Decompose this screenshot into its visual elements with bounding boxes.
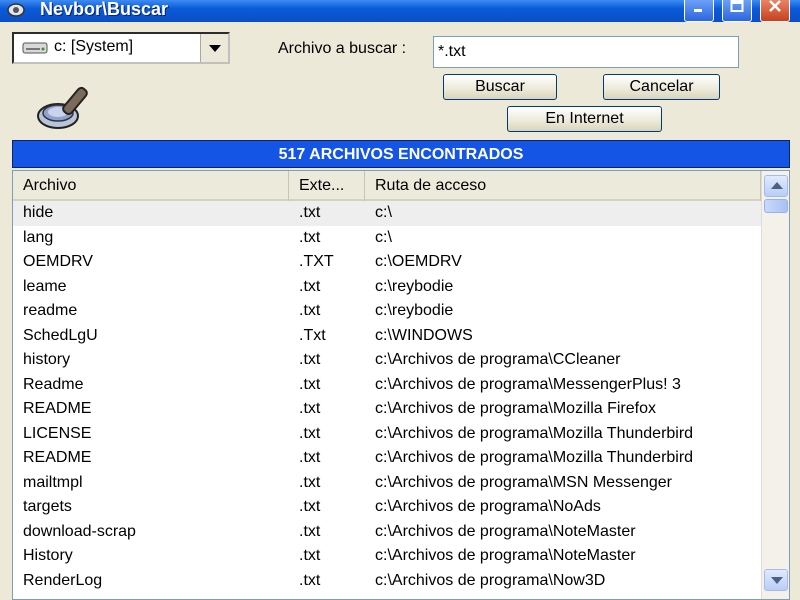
file-path: c:\ (375, 228, 392, 246)
table-row[interactable]: targets .txt c:\Archivos de programa\NoAds (13, 495, 761, 520)
file-path: c:\Archivos de programa\Mozilla Firefox (375, 400, 656, 417)
search-label: Archivo a buscar : (278, 40, 407, 57)
minimize-button[interactable] (684, 0, 714, 22)
column-header-file[interactable]: Archivo (13, 171, 289, 201)
drive-select[interactable]: c: [System] (12, 32, 230, 64)
file-name: lang (23, 228, 54, 246)
results-count-header: 517 ARCHIVOS ENCONTRADOS (12, 140, 790, 168)
file-extension: .txt (299, 204, 321, 221)
table-row[interactable]: RenderLog .txt c:\Archivos de programa\Now… (13, 569, 761, 594)
file-name: LICENSE (23, 424, 92, 442)
table-row[interactable]: hide .txt c:\ (13, 201, 761, 226)
table-row[interactable]: OEMDRV .TXT c:\OEMDRV (13, 250, 761, 275)
close-icon (769, 0, 781, 12)
file-name: readme (23, 302, 78, 319)
file-extension: .txt (299, 302, 321, 319)
file-path: c:\WINDOWS (375, 326, 473, 344)
file-extension: .txt (299, 449, 321, 466)
file-name: History (23, 547, 73, 564)
search-button[interactable]: Buscar (443, 74, 557, 100)
table-row[interactable]: Readme .txt c:\Archivos de programa\Messen… (13, 373, 761, 398)
table-row[interactable]: mailtmpl .txt c:\Archivos de programa\MSN … (13, 471, 761, 496)
drive-dropdown-button[interactable] (200, 34, 228, 62)
table-row[interactable]: history .txt c:\Archivos de programa\CClea… (13, 348, 761, 373)
vertical-scrollbar[interactable] (761, 171, 789, 599)
scroll-down-button[interactable] (764, 569, 788, 591)
table-row[interactable]: LICENSE .txt c:\Archivos de programa\Mozil… (13, 422, 761, 447)
file-name: README (23, 449, 92, 466)
file-name: README (23, 400, 92, 417)
table-row[interactable]: lang .txt c:\ (13, 226, 761, 251)
close-button[interactable] (760, 0, 790, 22)
file-path: c:\Archivos de programa\NoAds (375, 498, 601, 515)
file-extension: .txt (299, 547, 321, 564)
file-extension: .TXT (299, 253, 334, 270)
file-name: targets (23, 498, 72, 515)
file-extension: .txt (299, 351, 321, 368)
window-title: Nevbor\Buscar (40, 0, 169, 19)
file-name: leame (23, 277, 67, 295)
table-row[interactable]: README .txt c:\Archivos de programa\Mozill… (13, 397, 761, 422)
file-name: hide (23, 204, 54, 221)
file-path: c:\Archivos de programa\MSN Messenger (375, 473, 672, 491)
file-name: RenderLog (23, 571, 103, 589)
cancel-button[interactable]: Cancelar (603, 74, 720, 100)
file-path: c:\ (375, 204, 392, 221)
file-name: download-scrap (23, 522, 136, 540)
file-extension: .txt (299, 277, 321, 295)
maximize-button[interactable] (722, 0, 752, 22)
file-path: c:\reybodie (375, 277, 454, 295)
table-row[interactable]: SchedLgU .Txt c:\WINDOWS (13, 324, 761, 349)
file-path: c:\Archivos de programa\Now3D (375, 571, 606, 589)
results-list[interactable]: Archivo Exte... Ruta de acceso hide .txt c… (12, 170, 790, 600)
magnifier-icon (37, 86, 88, 129)
file-extension: .txt (299, 375, 321, 393)
column-header-path[interactable]: Ruta de acceso (365, 171, 761, 201)
file-path: c:\Archivos de programa\Mozilla Thunderb… (375, 424, 694, 442)
file-path: c:\Archivos de programa\Mozilla Thunderb… (375, 449, 694, 466)
table-row[interactable]: History .txt c:\Archivos de programa\NoteM… (13, 544, 761, 569)
file-path: c:\reybodie (375, 302, 454, 319)
title-bar[interactable]: Nevbor\Buscar (0, 0, 800, 22)
table-row[interactable]: readme .txt c:\reybodie (13, 299, 761, 324)
file-path: c:\Archivos de programa\MessengerPlus! 3 (375, 375, 681, 393)
file-extension: .Txt (299, 326, 326, 344)
file-path: c:\OEMDRV (375, 253, 462, 270)
file-path: c:\Archivos de programa\NoteMaster (375, 522, 636, 540)
file-name: history (23, 351, 71, 368)
file-extension: .txt (299, 473, 321, 491)
table-row[interactable]: download-scrap .txt c:\Archivos de program… (13, 520, 761, 545)
app-icon (7, 3, 25, 17)
hard-drive-icon (22, 42, 48, 54)
scroll-thumb[interactable] (764, 199, 788, 213)
file-name: OEMDRV (23, 253, 93, 270)
file-name: Readme (23, 375, 84, 393)
file-extension: .txt (299, 522, 321, 540)
scroll-up-button[interactable] (764, 175, 788, 197)
file-extension: .txt (299, 424, 321, 442)
file-path: c:\Archivos de programa\CCleaner (375, 351, 621, 368)
result-rows: hide .txt c:\ lang .txt c:\ OEMDRV .TXT c:\OEM… (13, 201, 761, 593)
file-name: mailtmpl (23, 473, 83, 491)
chevron-down-icon (209, 45, 221, 52)
column-headers: Archivo Exte... Ruta de acceso (13, 171, 761, 201)
search-input[interactable] (433, 36, 739, 68)
table-row[interactable]: README .txt c:\Archivos de programa\Mozill… (13, 446, 761, 471)
scroll-down-icon (771, 577, 783, 584)
scroll-up-icon (771, 182, 783, 189)
file-extension: .txt (299, 228, 321, 246)
drive-value: c: [System] (54, 38, 134, 55)
table-row[interactable]: leame .txt c:\reybodie (13, 275, 761, 300)
file-name: SchedLgU (23, 326, 98, 344)
file-extension: .txt (299, 498, 321, 515)
file-extension: .txt (299, 571, 321, 589)
internet-button[interactable]: En Internet (507, 106, 662, 132)
maximize-icon (730, 0, 744, 12)
file-extension: .txt (299, 400, 321, 417)
minimize-icon (694, 9, 702, 12)
file-path: c:\Archivos de programa\NoteMaster (375, 547, 636, 564)
column-header-extension[interactable]: Exte... (289, 171, 365, 201)
